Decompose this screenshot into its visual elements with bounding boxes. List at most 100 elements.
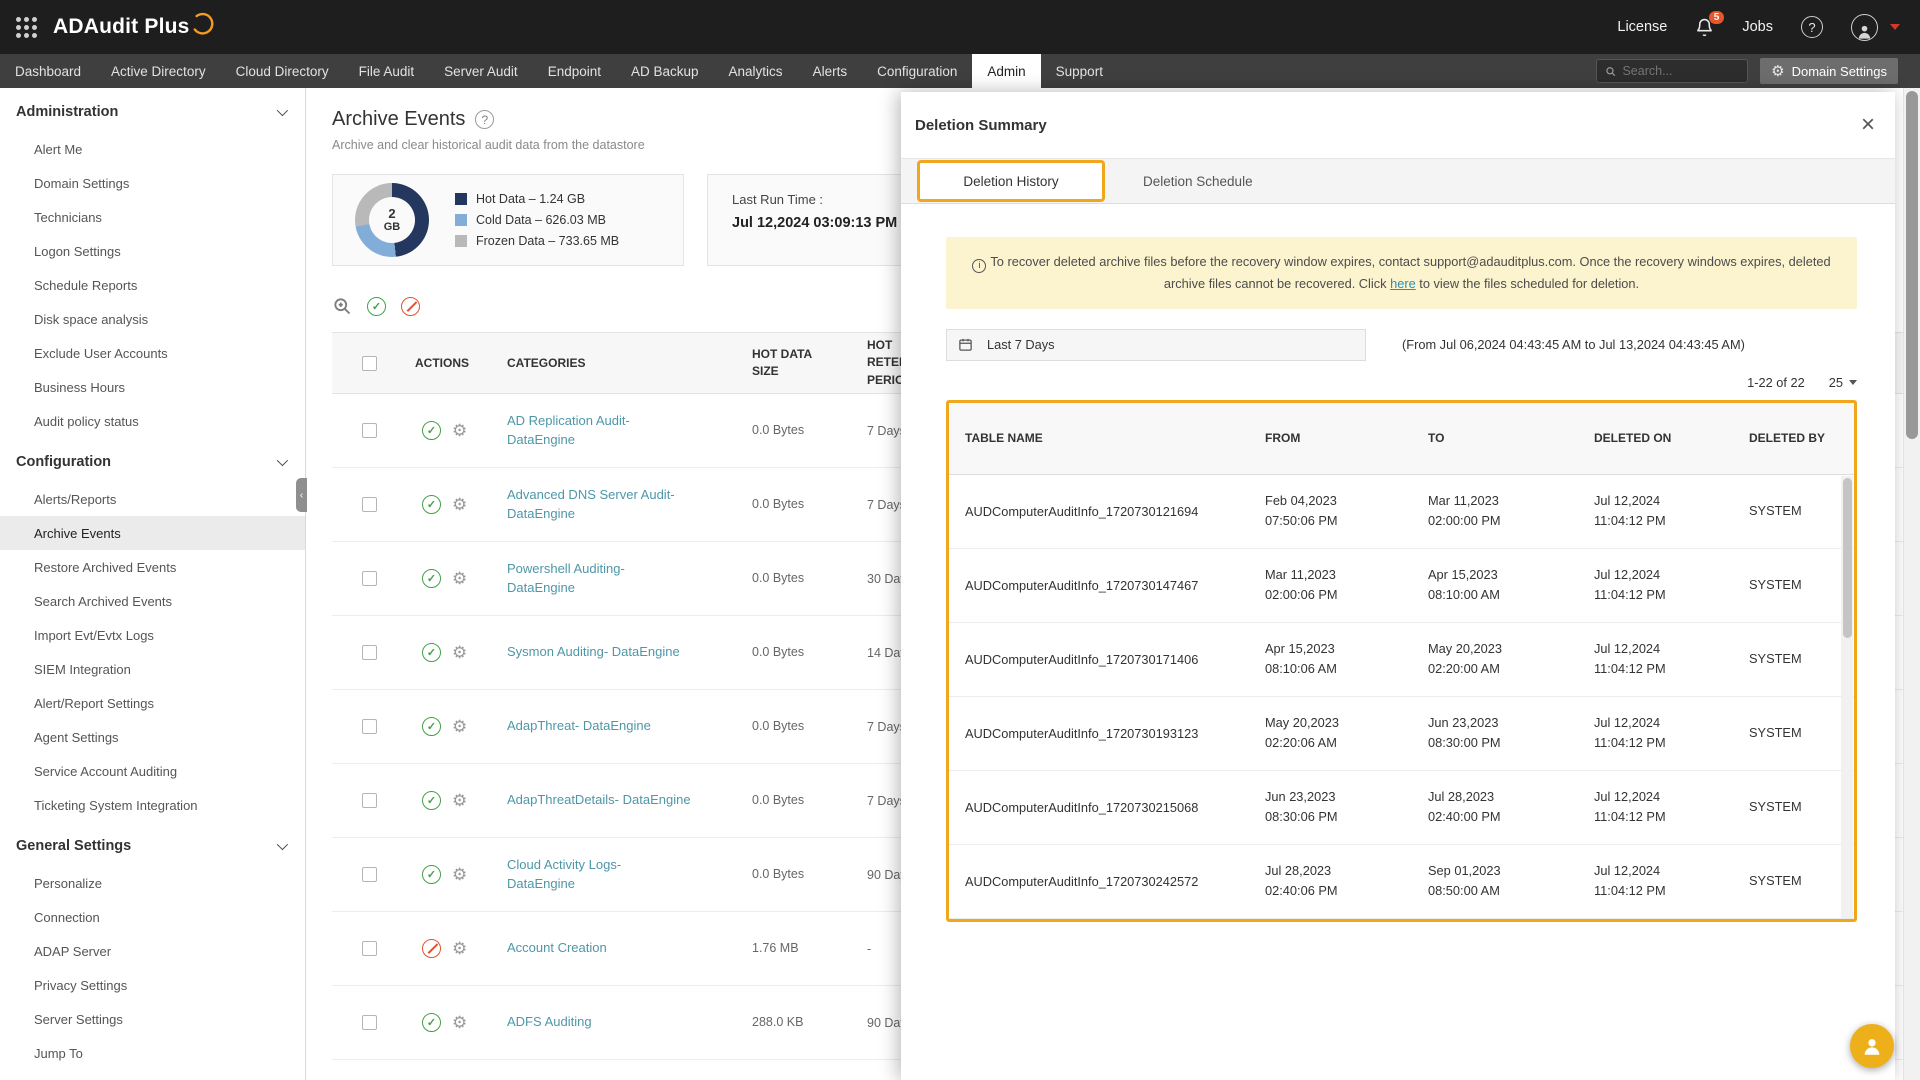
gear-icon[interactable]: ⚙ (452, 1014, 467, 1031)
archive-enabled-icon[interactable]: ✓ (422, 495, 441, 514)
category-link[interactable]: Advanced DNS Server Audit- DataEngine (507, 486, 692, 524)
section-administration[interactable]: Administration (0, 88, 305, 132)
row-checkbox[interactable] (362, 1015, 377, 1030)
page-scrollbar-track[interactable] (1903, 88, 1920, 1080)
row-checkbox[interactable] (362, 571, 377, 586)
banner-here-link[interactable]: here (1390, 276, 1416, 291)
nav-tab-file-audit[interactable]: File Audit (344, 54, 430, 88)
sidebar-item-domain-settings[interactable]: Domain Settings (0, 166, 305, 200)
gear-icon[interactable]: ⚙ (452, 940, 467, 957)
app-logo[interactable]: ADAudit Plus (53, 15, 216, 39)
archive-enabled-icon[interactable]: ✓ (422, 791, 441, 810)
row-checkbox[interactable] (362, 793, 377, 808)
domain-settings-button[interactable]: ⚙ Domain Settings (1760, 58, 1898, 84)
nav-tab-active-directory[interactable]: Active Directory (96, 54, 221, 88)
page-help-button[interactable]: ? (475, 110, 494, 129)
gear-icon[interactable]: ⚙ (452, 422, 467, 439)
sidebar-item-alert-report-settings[interactable]: Alert/Report Settings (0, 686, 305, 720)
sidebar-item-alert-me[interactable]: Alert Me (0, 132, 305, 166)
close-icon[interactable]: × (1861, 113, 1875, 137)
license-link[interactable]: License (1617, 19, 1667, 35)
table-scrollbar-thumb[interactable] (1843, 478, 1852, 638)
archive-enabled-icon[interactable]: ✓ (422, 1013, 441, 1032)
archive-enabled-icon[interactable]: ✓ (422, 643, 441, 662)
sidebar-item-restore-archived-events[interactable]: Restore Archived Events (0, 550, 305, 584)
nav-tab-dashboard[interactable]: Dashboard (0, 54, 96, 88)
table-search-icon[interactable] (332, 296, 352, 316)
sidebar-item-jump-to[interactable]: Jump To (0, 1036, 305, 1070)
sidebar-item-personalize[interactable]: Personalize (0, 866, 305, 900)
gear-icon[interactable]: ⚙ (452, 718, 467, 735)
tab-deletion-history[interactable]: Deletion History (917, 160, 1105, 202)
row-checkbox[interactable] (362, 941, 377, 956)
sidebar-item-privacy-settings[interactable]: Privacy Settings (0, 968, 305, 1002)
jobs-link[interactable]: Jobs (1742, 19, 1773, 35)
sidebar-item-audit-policy-status[interactable]: Audit policy status (0, 404, 305, 438)
category-link[interactable]: Sysmon Auditing- DataEngine (507, 643, 680, 662)
date-range-dropdown[interactable]: Last 7 Days (946, 329, 1366, 361)
nav-tab-admin[interactable]: Admin (972, 54, 1040, 88)
bulk-disable-icon[interactable] (401, 297, 420, 316)
notifications-button[interactable]: 5 (1695, 18, 1714, 37)
user-avatar[interactable] (1851, 14, 1878, 41)
support-chat-button[interactable] (1850, 1024, 1894, 1068)
row-checkbox[interactable] (362, 497, 377, 512)
page-size-dropdown[interactable]: 25 (1829, 375, 1857, 390)
bulk-enable-icon[interactable]: ✓ (367, 297, 386, 316)
sidebar-item-ticketing-system-integration[interactable]: Ticketing System Integration (0, 788, 305, 822)
section-general-settings[interactable]: General Settings (0, 822, 305, 866)
gear-icon[interactable]: ⚙ (452, 866, 467, 883)
nav-tab-cloud-directory[interactable]: Cloud Directory (221, 54, 344, 88)
archive-enabled-icon[interactable]: ✓ (422, 717, 441, 736)
user-menu-caret-icon[interactable] (1890, 24, 1900, 30)
row-checkbox[interactable] (362, 867, 377, 882)
nav-tab-configuration[interactable]: Configuration (862, 54, 972, 88)
sidebar-item-search-archived-events[interactable]: Search Archived Events (0, 584, 305, 618)
section-configuration[interactable]: Configuration (0, 438, 305, 482)
archive-enabled-icon[interactable]: ✓ (422, 865, 441, 884)
sidebar-item-agent-settings[interactable]: Agent Settings (0, 720, 305, 754)
gear-icon[interactable]: ⚙ (452, 792, 467, 809)
sidebar-item-business-hours[interactable]: Business Hours (0, 370, 305, 404)
category-link[interactable]: Powershell Auditing- DataEngine (507, 560, 692, 598)
row-checkbox[interactable] (362, 645, 377, 660)
category-link[interactable]: Account Creation (507, 939, 607, 958)
sidebar-item-technicians[interactable]: Technicians (0, 200, 305, 234)
archive-enabled-icon[interactable]: ✓ (422, 421, 441, 440)
nav-tab-endpoint[interactable]: Endpoint (533, 54, 616, 88)
sidebar-item-connection[interactable]: Connection (0, 900, 305, 934)
sidebar-item-archive-events[interactable]: Archive Events (0, 516, 305, 550)
sidebar-item-import-evt-logs[interactable]: Import Evt/Evtx Logs (0, 618, 305, 652)
nav-tab-analytics[interactable]: Analytics (714, 54, 798, 88)
row-checkbox[interactable] (362, 423, 377, 438)
category-link[interactable]: Cloud Activity Logs- DataEngine (507, 856, 692, 894)
select-all-checkbox[interactable] (362, 356, 377, 371)
help-button[interactable]: ? (1801, 16, 1823, 38)
sidebar-item-service-account-auditing[interactable]: Service Account Auditing (0, 754, 305, 788)
category-link[interactable]: AdapThreat- DataEngine (507, 717, 651, 736)
gear-icon[interactable]: ⚙ (452, 570, 467, 587)
sidebar-item-logon-settings[interactable]: Logon Settings (0, 234, 305, 268)
nav-tab-server-audit[interactable]: Server Audit (429, 54, 533, 88)
sidebar-item-alerts-reports[interactable]: Alerts/Reports (0, 482, 305, 516)
gear-icon[interactable]: ⚙ (452, 496, 467, 513)
category-link[interactable]: ADFS Auditing (507, 1013, 592, 1032)
apps-grid-icon[interactable] (16, 17, 37, 38)
gear-icon[interactable]: ⚙ (452, 644, 467, 661)
sidebar-item-exclude-user-accounts[interactable]: Exclude User Accounts (0, 336, 305, 370)
nav-tab-alerts[interactable]: Alerts (798, 54, 863, 88)
sidebar-collapse-handle[interactable]: ‹ (296, 478, 307, 512)
tab-deletion-schedule[interactable]: Deletion Schedule (1143, 174, 1253, 189)
archive-enabled-icon[interactable]: ✓ (422, 569, 441, 588)
sidebar-item-server-settings[interactable]: Server Settings (0, 1002, 305, 1036)
sidebar-item-adap-server[interactable]: ADAP Server (0, 934, 305, 968)
archive-disabled-icon[interactable] (422, 939, 441, 958)
nav-tab-support[interactable]: Support (1041, 54, 1118, 88)
sidebar-item-siem-integration[interactable]: SIEM Integration (0, 652, 305, 686)
page-scrollbar-thumb[interactable] (1906, 91, 1918, 439)
row-checkbox[interactable] (362, 719, 377, 734)
sidebar-item-schedule-reports[interactable]: Schedule Reports (0, 268, 305, 302)
category-link[interactable]: AdapThreatDetails- DataEngine (507, 791, 691, 810)
global-search[interactable] (1596, 59, 1748, 83)
search-input[interactable] (1622, 64, 1739, 78)
